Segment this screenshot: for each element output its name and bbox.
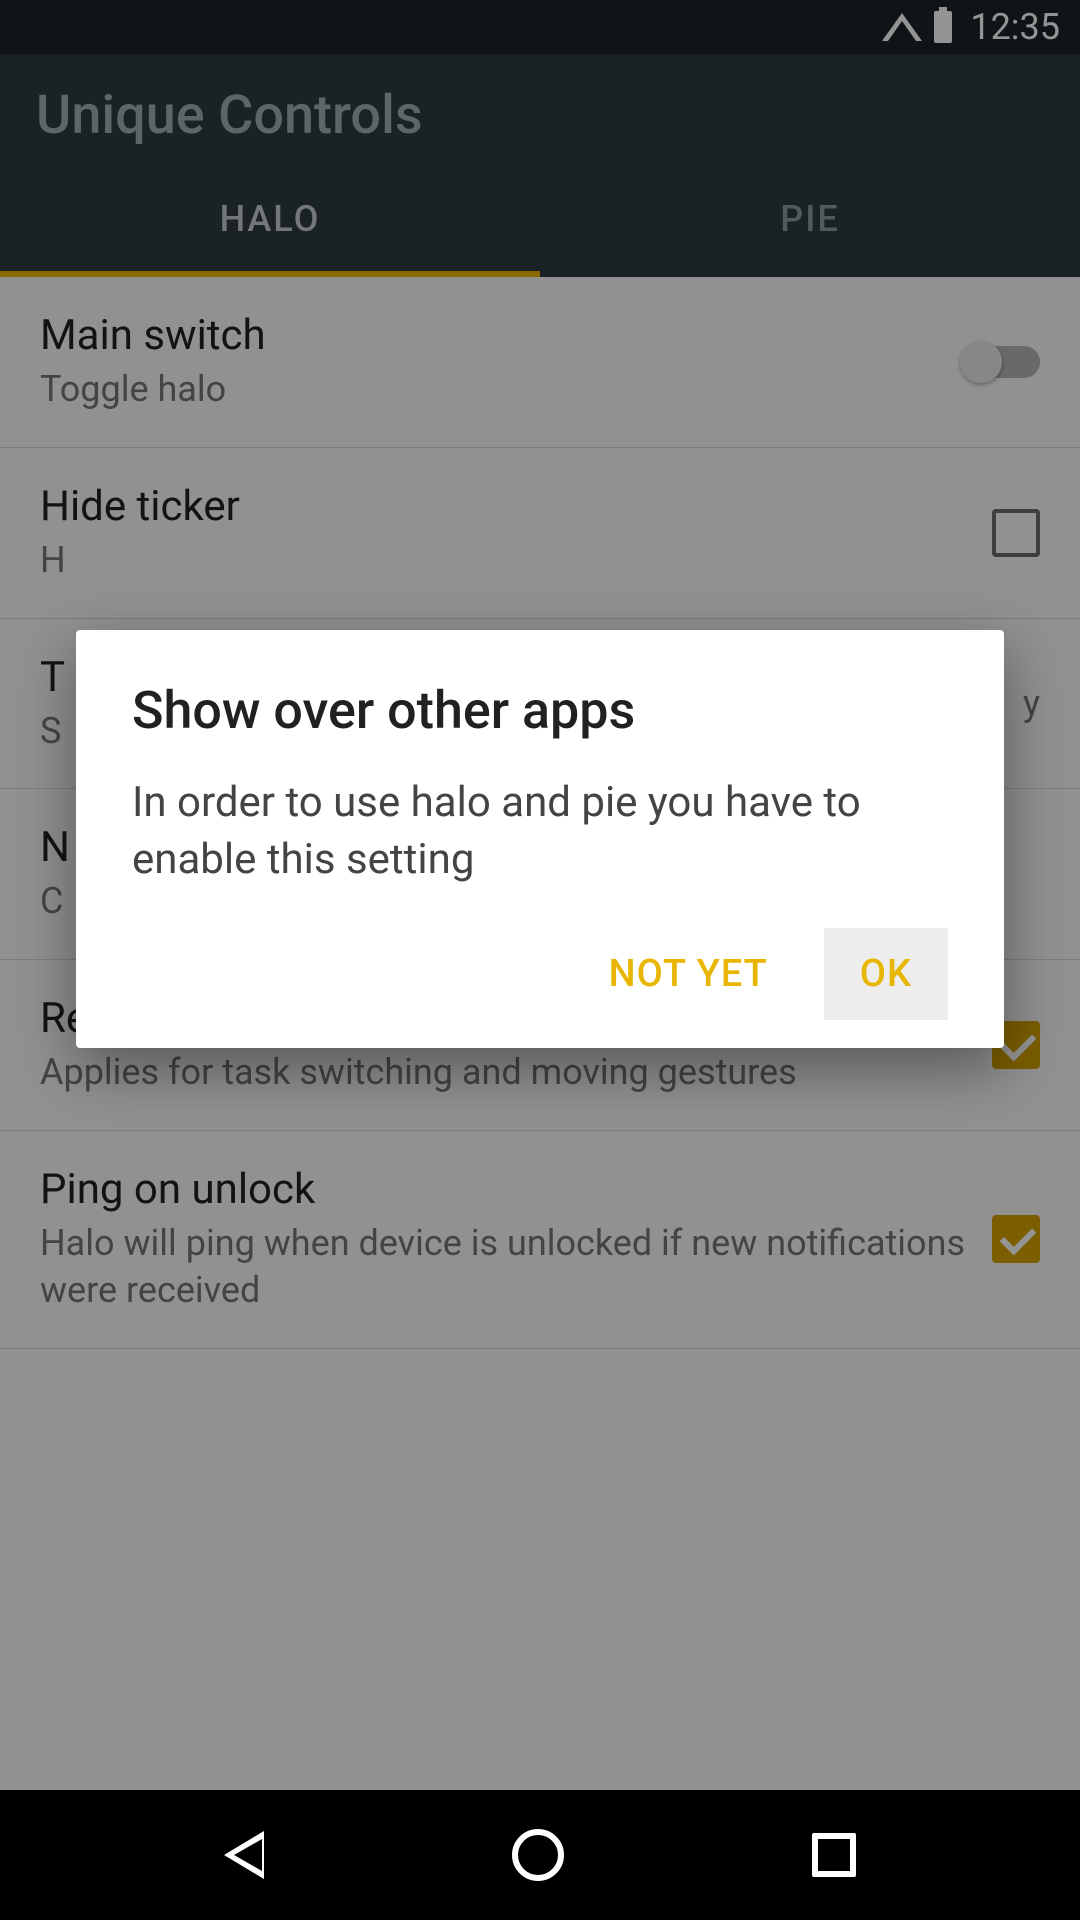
back-icon[interactable]: [224, 1831, 264, 1879]
dialog-actions: NOT YET OK: [132, 928, 948, 1020]
not-yet-button[interactable]: NOT YET: [573, 928, 804, 1020]
home-icon[interactable]: [512, 1829, 564, 1881]
dialog-body: In order to use halo and pie you have to…: [132, 775, 948, 888]
recents-icon[interactable]: [812, 1833, 856, 1877]
screen: 12:35 Unique Controls HALO PIE Main swit…: [0, 0, 1080, 1920]
navigation-bar: [0, 1790, 1080, 1920]
dialog-title: Show over other apps: [132, 680, 948, 741]
ok-button[interactable]: OK: [824, 928, 948, 1020]
permission-dialog: Show over other apps In order to use hal…: [76, 630, 1004, 1048]
